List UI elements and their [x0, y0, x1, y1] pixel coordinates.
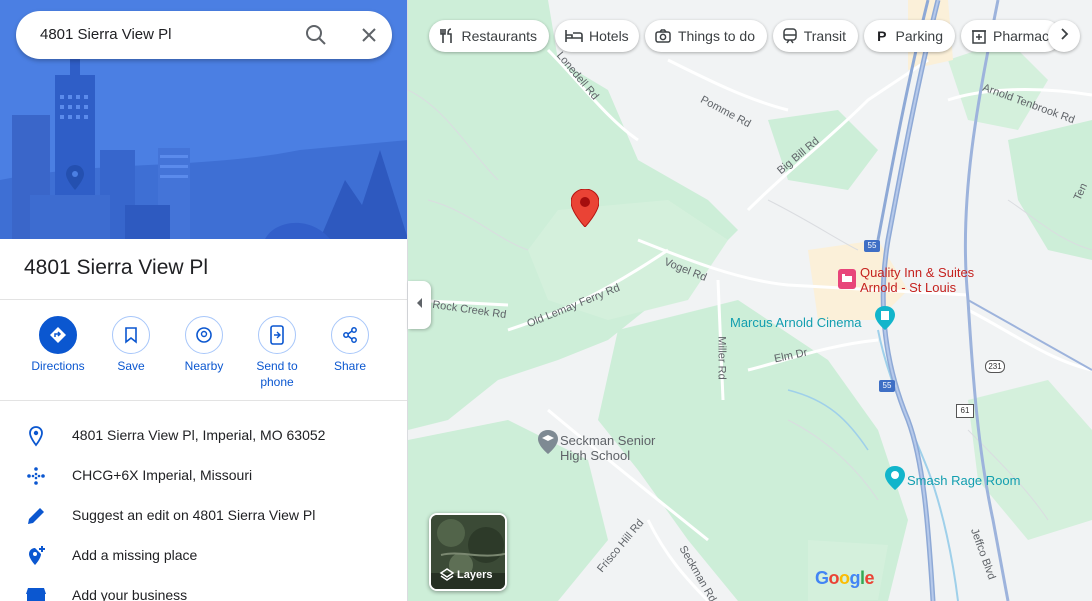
hotel-label[interactable]: Quality Inn & Suites Arnold - St Louis [860, 265, 974, 295]
google-logo: Google [815, 568, 875, 588]
school-label-line2: High School [560, 448, 631, 463]
interstate-shield: 55 [879, 380, 895, 392]
layers-button[interactable]: Layers [429, 513, 507, 591]
collapse-panel-button[interactable] [408, 281, 431, 329]
chip-things-to-do[interactable]: Things to do [645, 20, 767, 52]
chip-label: Things to do [677, 28, 755, 44]
road-label-miller: Miller Rd [715, 336, 728, 380]
nearby-icon [185, 316, 223, 354]
place-title: 4801 Sierra View Pl [24, 256, 209, 279]
send-to-phone-icon [258, 316, 296, 354]
plus-code-icon [24, 464, 48, 488]
chips-scroll-right-button[interactable] [1048, 20, 1080, 52]
address-row[interactable]: 4801 Sierra View Pl, Imperial, MO 63052 [0, 416, 407, 456]
add-place-text: Add a missing place [72, 547, 198, 563]
location-pin-marker[interactable] [570, 188, 600, 228]
hotel-label-line2: Arnold - St Louis [860, 280, 957, 295]
save-label: Save [117, 359, 145, 373]
camera-icon [655, 27, 672, 45]
parking-icon: P [877, 28, 887, 44]
map-canvas[interactable]: Lonedell Rd Pomme Rd Big Bill Rd Arnold … [408, 0, 1092, 601]
school-label[interactable]: Seckman Senior High School [560, 433, 655, 463]
hotel-marker-icon[interactable] [838, 269, 856, 289]
search-input[interactable]: 4801 Sierra View Pl [40, 26, 171, 43]
chip-label: Restaurants [461, 28, 537, 44]
directions-button[interactable]: Directions [21, 316, 95, 374]
share-icon [331, 316, 369, 354]
send-to-phone-button[interactable]: Send to phone [240, 316, 314, 390]
cinema-label[interactable]: Marcus Arnold Cinema [730, 315, 862, 330]
directions-icon [39, 316, 77, 354]
plus-code-text: CHCG+6X Imperial, Missouri [72, 467, 253, 483]
chevron-right-icon [1059, 27, 1069, 45]
school-label-line1: Seckman Senior [560, 433, 656, 448]
nearby-button[interactable]: Nearby [167, 316, 241, 374]
search-icon[interactable] [302, 21, 330, 49]
chip-label: Pharmac [993, 28, 1050, 44]
chevron-left-icon [416, 296, 424, 314]
share-label: Share [333, 359, 367, 373]
add-place-icon [24, 544, 48, 568]
chip-pharmacy[interactable]: Pharmac [961, 20, 1061, 52]
train-icon [783, 27, 798, 45]
maps-app: Lonedell Rd Pomme Rd Big Bill Rd Arnold … [0, 0, 1092, 601]
layers-icon [439, 568, 455, 581]
chip-hotels[interactable]: Hotels [555, 20, 639, 52]
address-text: 4801 Sierra View Pl, Imperial, MO 63052 [72, 427, 326, 443]
chip-transit[interactable]: Transit [773, 20, 858, 52]
fork-knife-icon [439, 27, 456, 45]
place-panel: 4801 Sierra View Pl 4801 Sierra View Pl … [0, 0, 408, 601]
bookmark-icon [112, 316, 150, 354]
location-pin-icon [24, 424, 48, 448]
chip-label: Hotels [589, 28, 629, 44]
school-marker-icon[interactable] [538, 430, 558, 454]
storefront-icon [24, 584, 48, 601]
share-button[interactable]: Share [313, 316, 387, 374]
cinema-marker-icon[interactable] [875, 306, 895, 330]
directions-label: Directions [31, 359, 85, 373]
close-icon[interactable] [355, 21, 383, 49]
bed-icon [565, 27, 583, 45]
rage-room-marker-icon[interactable] [885, 466, 905, 490]
pharmacy-icon [971, 27, 987, 45]
chip-restaurants[interactable]: Restaurants [429, 20, 549, 52]
pencil-icon [24, 504, 48, 528]
divider [0, 299, 407, 300]
chip-parking[interactable]: P Parking [864, 20, 955, 52]
route-shield: 231 [985, 360, 1005, 373]
suggest-edit-text: Suggest an edit on 4801 Sierra View Pl [72, 507, 316, 523]
plus-code-row[interactable]: CHCG+6X Imperial, Missouri [0, 456, 407, 496]
layers-label: Layers [457, 569, 493, 581]
send-to-phone-label: Send to phone [256, 359, 298, 389]
suggest-edit-row[interactable]: Suggest an edit on 4801 Sierra View Pl [0, 496, 407, 536]
route-shield: 61 [956, 404, 974, 418]
save-button[interactable]: Save [94, 316, 168, 374]
add-business-text: Add your business [72, 587, 188, 601]
interstate-shield: 55 [864, 240, 880, 252]
add-business-row[interactable]: Add your business [0, 576, 407, 601]
chip-label: Parking [895, 28, 943, 44]
hotel-label-line1: Quality Inn & Suites [860, 265, 975, 280]
rage-room-label[interactable]: Smash Rage Room [907, 473, 1020, 488]
search-box[interactable]: 4801 Sierra View Pl [16, 11, 392, 59]
nearby-label: Nearby [184, 359, 224, 373]
chip-label: Transit [803, 28, 846, 44]
add-place-row[interactable]: Add a missing place [0, 536, 407, 576]
divider [0, 400, 407, 401]
